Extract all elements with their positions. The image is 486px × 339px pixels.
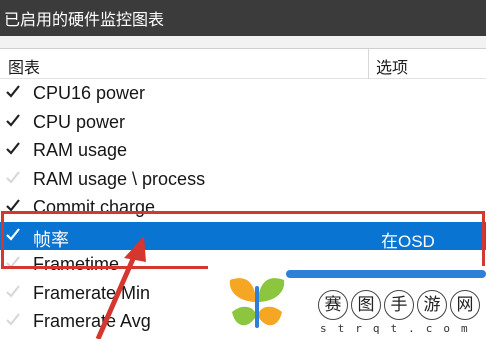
watermark-char: 图 (351, 290, 381, 320)
watermark-banner (286, 270, 486, 278)
watermark-url: strqt.com (320, 322, 479, 335)
watermark-char: 手 (384, 290, 414, 320)
watermark-char: 赛 (318, 290, 348, 320)
watermark-char: 网 (450, 290, 480, 320)
butterfly-logo-icon (229, 278, 285, 328)
watermark-char: 游 (417, 290, 447, 320)
watermark: 赛 图 手 游 网 strqt.com (208, 266, 486, 339)
watermark-text: 赛 图 手 游 网 (318, 290, 480, 320)
